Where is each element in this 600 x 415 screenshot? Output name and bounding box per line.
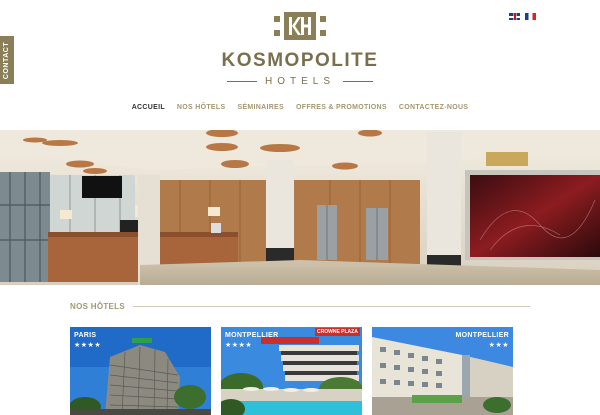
section-rule (133, 306, 530, 307)
site-logo[interactable]: KOSMOPOLITE HOTELS (0, 12, 600, 87)
crowne-plaza-badge: CROWNE PLAZA (315, 328, 360, 336)
kh-monogram-icon (274, 12, 326, 40)
brand-rule-right (343, 81, 373, 82)
section-heading-hotels: NOS HÔTELS (70, 302, 530, 311)
brand-subtitle: HOTELS (0, 76, 600, 87)
hotel-city: PARIS (74, 332, 97, 339)
brand-name: KOSMOPOLITE (221, 50, 379, 71)
brand-rule-left (226, 81, 257, 82)
section-title: NOS HÔTELS (70, 302, 126, 311)
nav-item-offres[interactable]: OFFRES & PROMOTIONS (296, 104, 387, 111)
hero-illustration (0, 130, 600, 285)
brand-subtitle-text: HOTELS (264, 76, 335, 87)
hotel-card-montpellier-holiday[interactable]: MONTPELLIER ★★★ (372, 327, 513, 415)
hero-lobby-image (0, 130, 600, 285)
main-nav: ACCUEIL NOS HÔTELS SÉMINAIRES OFFRES & P… (0, 104, 600, 111)
nav-item-seminaires[interactable]: SÉMINAIRES (237, 104, 284, 111)
hotel-stars: ★★★★ (225, 342, 253, 349)
nav-item-nos-hotels[interactable]: NOS HÔTELS (177, 104, 226, 111)
hotel-card-montpellier-crowne[interactable]: CROWNE PLAZA MONTPELLIER ★★★★ (221, 327, 362, 415)
hotel-stars: ★★★★ (74, 342, 102, 349)
hotel-stars: ★★★ (488, 342, 509, 349)
hotel-card-paris[interactable]: PARIS ★★★★ (70, 327, 211, 415)
nav-item-accueil[interactable]: ACCUEIL (132, 104, 165, 111)
nav-item-contact[interactable]: CONTACTEZ-NOUS (399, 104, 468, 111)
hotel-city: MONTPELLIER (225, 332, 279, 339)
hotel-city: MONTPELLIER (455, 332, 509, 339)
